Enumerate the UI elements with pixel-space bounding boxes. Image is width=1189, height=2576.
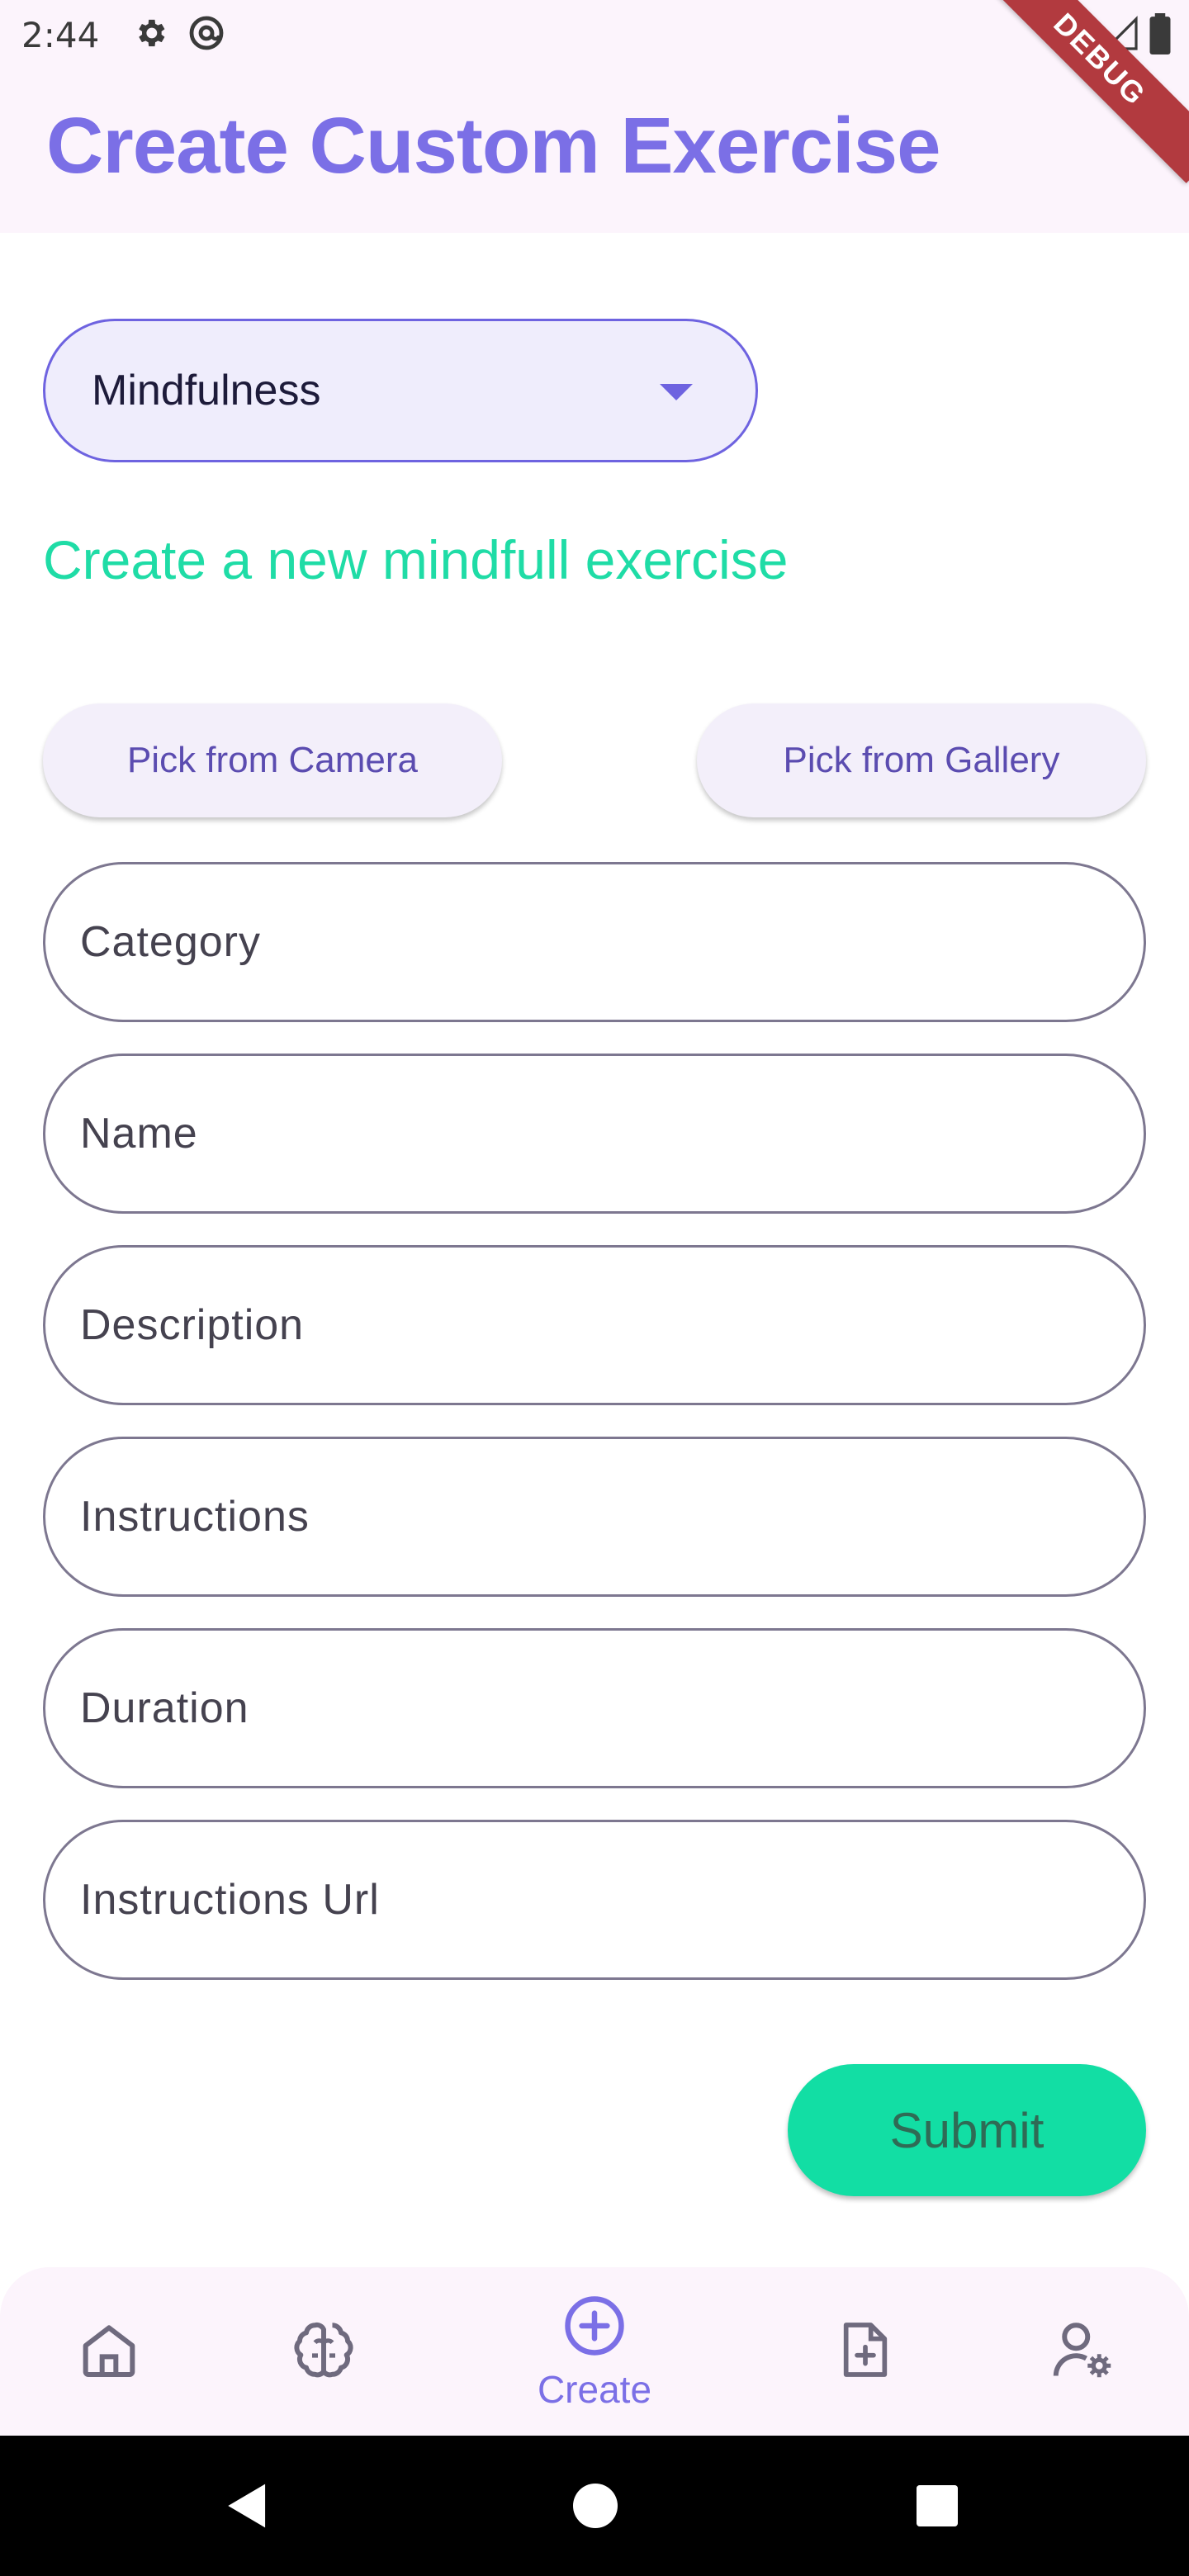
system-navigation-bar [0,2436,1189,2576]
description-field-label: Description [80,1301,305,1349]
instructions-url-field-label: Instructions Url [80,1876,380,1924]
back-icon[interactable] [225,2482,271,2534]
section-subtitle: Create a new mindfull exercise [43,529,789,590]
add-document-icon [832,2317,898,2387]
status-bar: 2:44 [0,0,1189,69]
status-time: 2:44 [21,14,100,55]
brain-icon [289,2315,358,2389]
nav-create-label: Create [537,2367,652,2411]
battery-icon [1149,13,1171,59]
bottom-navigation: Create [0,2267,1189,2436]
nav-profile-settings[interactable] [1027,2267,1139,2436]
add-circle-icon [561,2292,628,2364]
description-field[interactable]: Description [43,1245,1146,1405]
app-bar: Create Custom Exercise [0,69,1189,233]
category-field[interactable]: Category [43,862,1146,1022]
recents-icon[interactable] [917,2485,958,2531]
duration-field[interactable]: Duration [43,1628,1146,1788]
submit-button[interactable]: Submit [788,2064,1146,2196]
status-icons-left [132,13,226,57]
nav-home[interactable] [53,2267,165,2436]
nav-mindfulness[interactable] [268,2267,380,2436]
exercise-type-dropdown[interactable]: Mindfulness [43,319,758,462]
at-sign-icon [187,13,226,57]
instructions-field[interactable]: Instructions [43,1437,1146,1597]
pick-from-camera-button[interactable]: Pick from Camera [43,703,502,817]
instructions-url-field[interactable]: Instructions Url [43,1820,1146,1980]
name-field-label: Name [80,1110,198,1158]
nav-add-document[interactable] [809,2267,921,2436]
nav-create[interactable]: Create [512,2267,677,2436]
duration-field-label: Duration [80,1684,249,1732]
category-field-label: Category [80,918,261,966]
name-field[interactable]: Name [43,1054,1146,1214]
dropdown-arrow-icon [660,384,693,400]
page-title: Create Custom Exercise [46,102,941,190]
pick-from-gallery-button[interactable]: Pick from Gallery [697,703,1146,817]
dropdown-selected-value: Mindfulness [92,367,321,414]
home-circle-icon[interactable] [573,2484,618,2532]
user-settings-icon [1049,2315,1118,2389]
settings-icon [132,15,168,55]
instructions-field-label: Instructions [80,1493,310,1541]
home-icon [76,2317,142,2387]
